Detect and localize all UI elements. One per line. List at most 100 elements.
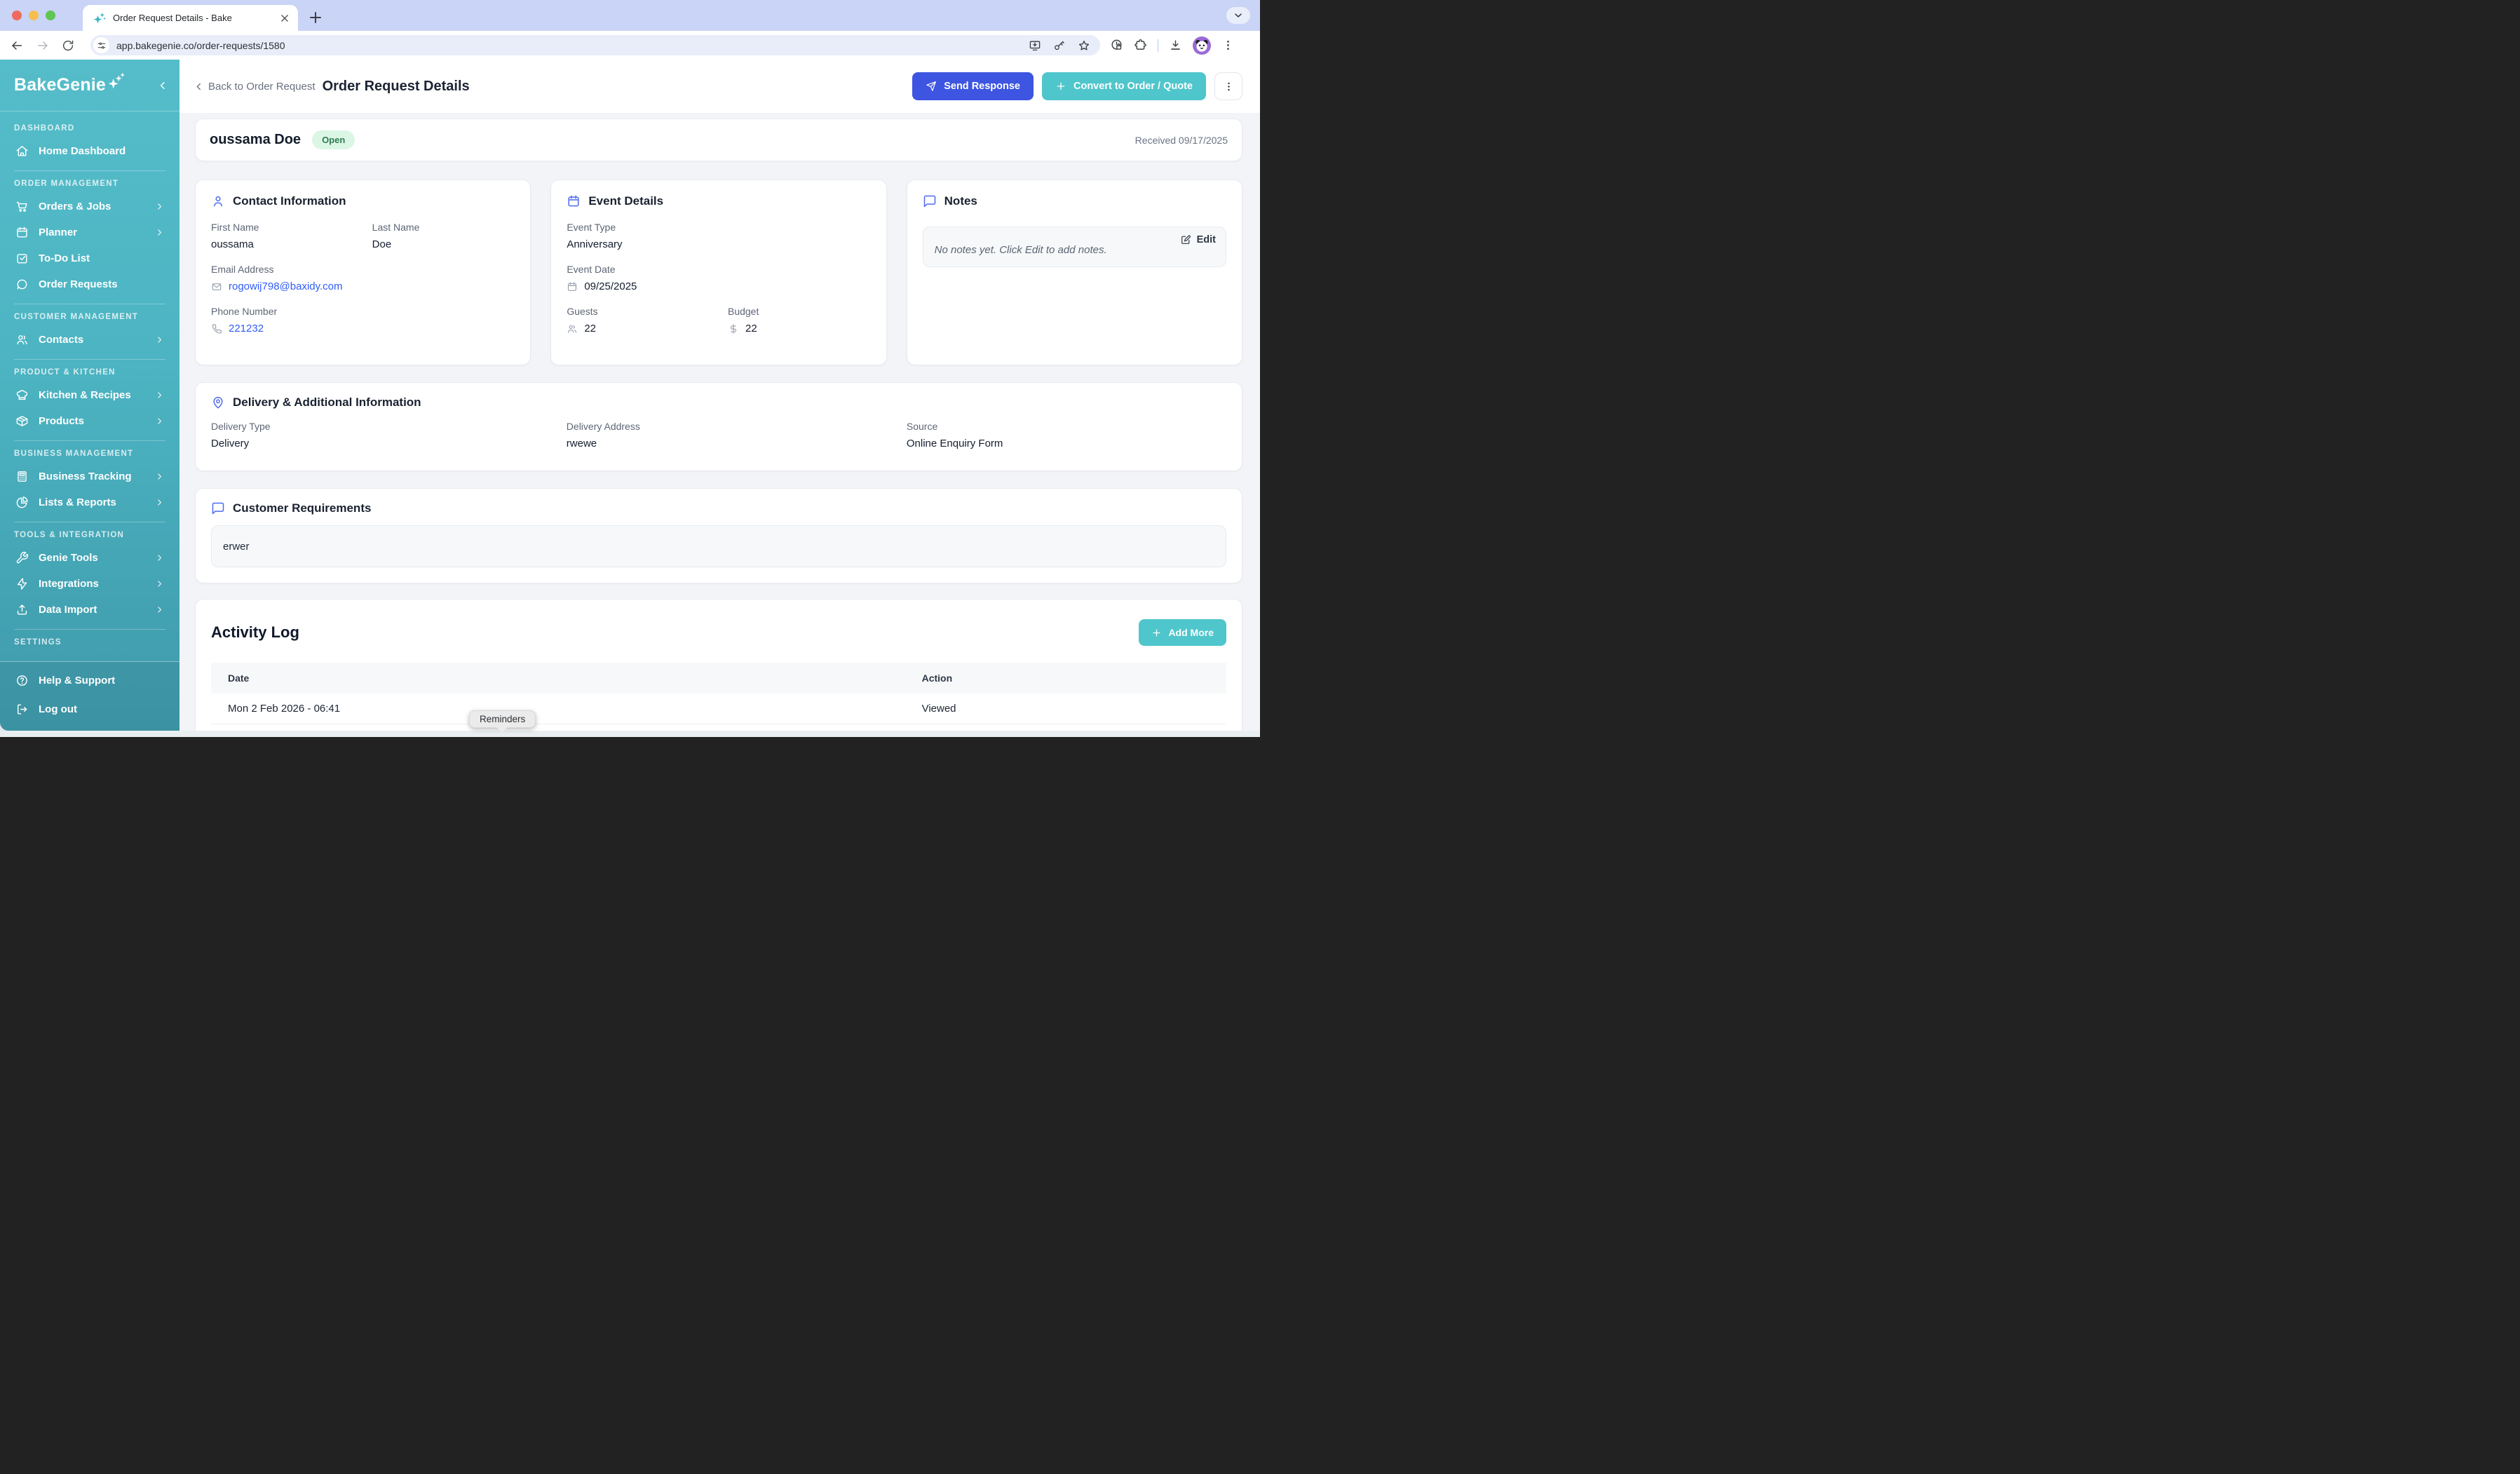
browser-reload-button[interactable] (62, 39, 74, 52)
chevron-down-icon (1233, 10, 1244, 21)
site-settings-button[interactable] (93, 37, 109, 53)
sidebar-section-label-order-management: ORDER MANAGEMENT (14, 180, 165, 188)
sidebar-item-integrations[interactable]: Integrations (10, 571, 170, 597)
sidebar-item-contacts[interactable]: Contacts (10, 327, 170, 353)
browser-toolbar: app.bakegenie.co/order-requests/1580 (0, 31, 1260, 60)
requirements-text: erwer (223, 541, 250, 553)
help-circle-icon (15, 674, 29, 687)
sidebar-item-order-requests[interactable]: Order Requests (10, 271, 170, 297)
add-more-button[interactable]: Add More (1139, 619, 1226, 646)
sidebar-item-orders-jobs[interactable]: Orders & Jobs (10, 194, 170, 219)
downloads-icon[interactable] (1169, 39, 1182, 52)
activity-date: Mon 2 Feb 2026 - 06:41 (211, 703, 922, 715)
source-label: Source (907, 421, 1226, 432)
chevron-right-icon (155, 391, 164, 400)
password-manager-extension-icon[interactable] (1110, 39, 1123, 52)
upload-icon (15, 603, 29, 616)
plus-icon (1055, 81, 1066, 92)
extensions-icon[interactable] (1134, 39, 1147, 52)
sidebar-item-log-out[interactable]: Log out (10, 695, 170, 724)
tab-search-button[interactable] (1226, 7, 1250, 24)
site-settings-icon (97, 41, 107, 50)
delivery-card-title: Delivery & Additional Information (233, 395, 421, 410)
sidebar-item-label: Kitchen & Recipes (39, 389, 131, 401)
sidebar-item-lists-reports[interactable]: Lists & Reports (10, 489, 170, 515)
send-response-label: Send Response (944, 81, 1020, 92)
event-type-label: Event Type (567, 222, 870, 233)
bakegenie-favicon (93, 11, 107, 25)
phone-link[interactable]: 221232 (229, 323, 264, 334)
event-card-title: Event Details (588, 194, 663, 208)
chevron-right-icon (155, 605, 164, 614)
more-actions-button[interactable] (1214, 72, 1242, 100)
chevron-right-icon (155, 228, 164, 237)
sidebar-item-home-dashboard[interactable]: Home Dashboard (10, 138, 170, 164)
logout-icon (15, 703, 29, 716)
back-link[interactable]: Back to Order Request (194, 81, 316, 93)
sidebar-item-data-import[interactable]: Data Import (10, 597, 170, 623)
browser-back-button[interactable] (10, 39, 24, 53)
sidebar-item-label: Integrations (39, 578, 99, 590)
browser-forward-button[interactable] (36, 39, 50, 53)
phone-icon (211, 323, 222, 334)
tab-close-icon[interactable] (278, 12, 291, 25)
action-column-header: Action (922, 672, 1226, 684)
chevron-right-icon (155, 498, 164, 507)
event-type-value: Anniversary (567, 238, 870, 250)
last-name-value: Doe (372, 238, 515, 250)
first-name-value: oussama (211, 238, 372, 250)
notes-box: Edit No notes yet. Click Edit to add not… (923, 226, 1226, 267)
window-minimize-button[interactable] (29, 11, 39, 20)
install-app-icon[interactable] (1029, 39, 1041, 52)
event-calendar-icon (567, 194, 581, 208)
chevron-right-icon (155, 579, 164, 588)
sidebar-item-label: Contacts (39, 334, 83, 346)
sidebar-item-business-tracking[interactable]: Business Tracking (10, 464, 170, 489)
customer-requirements-card: Customer Requirements erwer (195, 488, 1242, 583)
sidebar: BakeGenie DASHBOARDHome DashboardORDER M… (0, 60, 179, 731)
browser-tab[interactable]: Order Request Details - Bake (83, 5, 298, 31)
sidebar-item-products[interactable]: Products (10, 408, 170, 434)
browser-menu-icon[interactable] (1221, 39, 1235, 52)
convert-to-order-button[interactable]: Convert to Order / Quote (1042, 72, 1206, 100)
page-title: Order Request Details (323, 79, 470, 95)
date-calendar-icon (567, 281, 578, 292)
new-tab-button[interactable] (307, 9, 324, 26)
event-details-card: Event Details Event Type Anniversary Eve… (550, 180, 886, 365)
delivery-address-value: rwewe (567, 438, 907, 449)
event-date-value: 09/25/2025 (584, 280, 637, 292)
sidebar-item-label: Planner (39, 226, 77, 238)
date-column-header: Date (211, 672, 922, 684)
requirements-card-title: Customer Requirements (233, 501, 371, 515)
notes-edit-button[interactable]: Edit (1180, 234, 1216, 245)
url-text[interactable]: app.bakegenie.co/order-requests/1580 (116, 40, 1029, 51)
chevron-right-icon (155, 553, 164, 562)
activity-table: Date Action Mon 2 Feb 2026 - 06:41Viewed (211, 663, 1226, 724)
sidebar-item-kitchen-recipes[interactable]: Kitchen & Recipes (10, 382, 170, 408)
window-zoom-button[interactable] (46, 11, 55, 20)
email-link[interactable]: rogowij798@baxidy.com (229, 280, 343, 292)
sidebar-item-to-do-list[interactable]: To-Do List (10, 245, 170, 271)
window-close-button[interactable] (12, 11, 22, 20)
sidebar-collapse-icon[interactable] (157, 80, 168, 91)
sidebar-item-help-support[interactable]: Help & Support (10, 666, 170, 695)
send-response-button[interactable]: Send Response (912, 72, 1034, 100)
sidebar-item-genie-tools[interactable]: Genie Tools (10, 545, 170, 571)
password-key-icon[interactable] (1053, 39, 1066, 52)
profile-avatar[interactable] (1193, 36, 1211, 55)
pie-chart-icon (15, 496, 29, 509)
phone-label: Phone Number (211, 306, 515, 317)
url-bar[interactable]: app.bakegenie.co/order-requests/1580 (90, 35, 1100, 55)
package-icon (15, 414, 29, 428)
window-bottom-edge (0, 731, 1260, 737)
edit-label: Edit (1197, 234, 1216, 245)
bookmark-star-icon[interactable] (1078, 39, 1090, 52)
kebab-icon (1223, 81, 1235, 93)
sidebar-item-planner[interactable]: Planner (10, 219, 170, 245)
sidebar-item-label: Lists & Reports (39, 496, 116, 508)
first-name-label: First Name (211, 222, 372, 233)
email-label: Email Address (211, 264, 515, 275)
tab-title: Order Request Details - Bake (113, 13, 278, 23)
sidebar-divider (14, 440, 165, 441)
sidebar-logo[interactable]: BakeGenie (0, 60, 179, 111)
